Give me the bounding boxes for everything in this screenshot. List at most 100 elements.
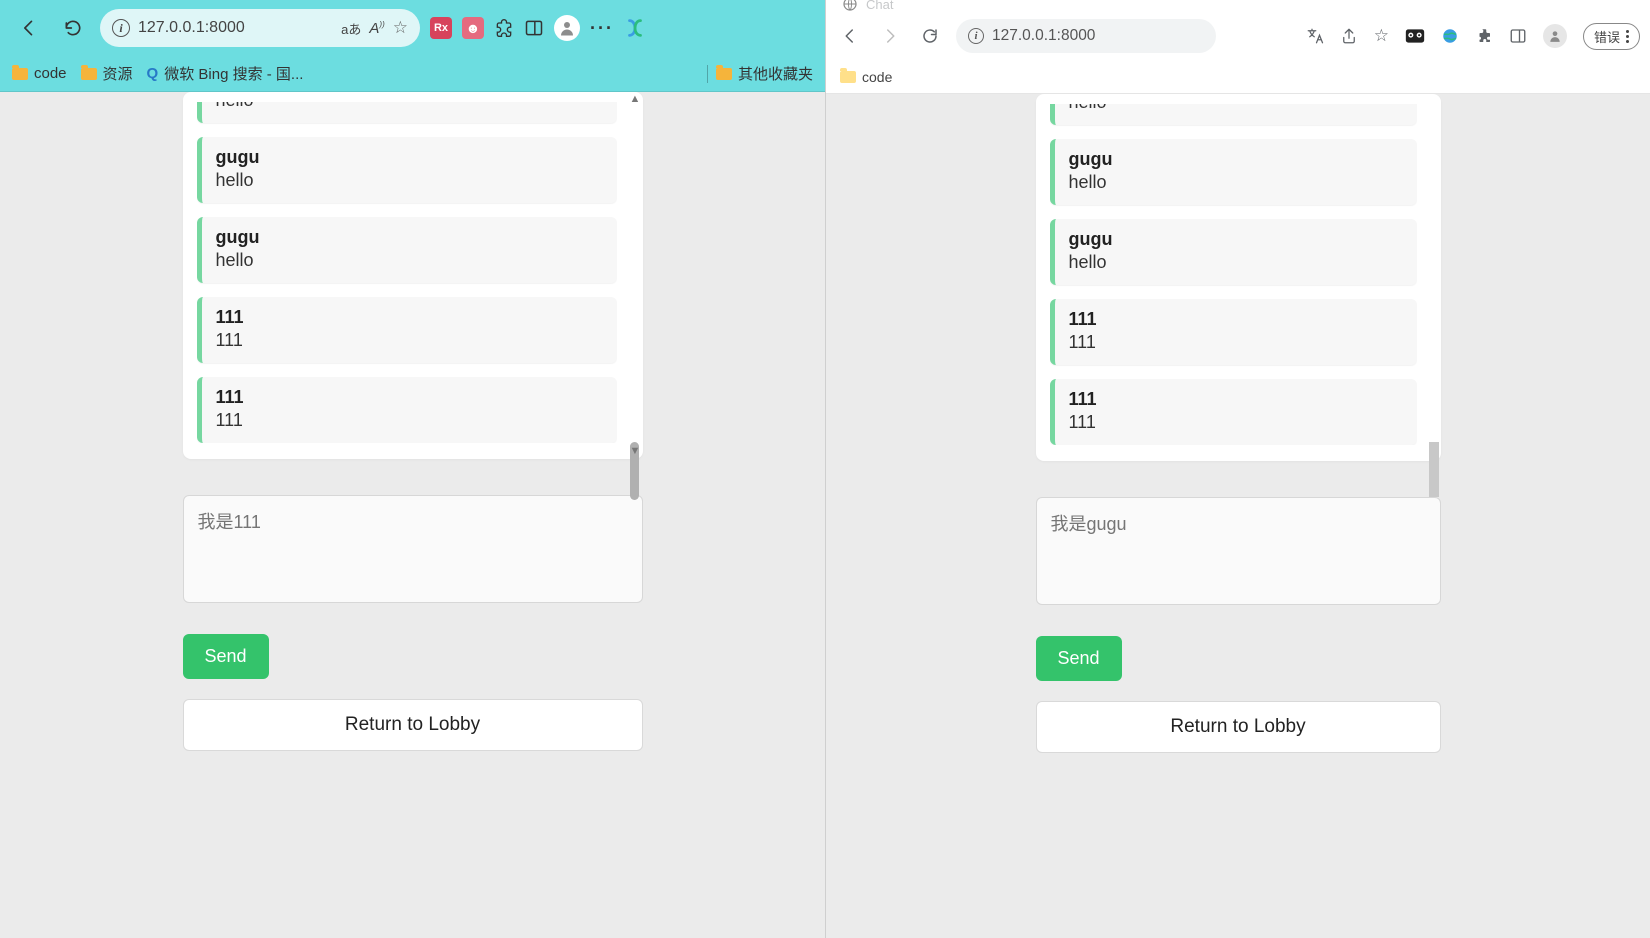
message-sender: 111	[1069, 309, 1403, 330]
message-body: 111	[1069, 412, 1403, 433]
read-aloud-icon[interactable]: A))	[369, 20, 384, 37]
bookmark-bing[interactable]: Q微软 Bing 搜索 - 国...	[147, 63, 304, 84]
back-button[interactable]	[836, 22, 864, 50]
chat-message: gugu hello	[197, 217, 617, 283]
message-body: hello	[216, 170, 603, 191]
chat-message: 111 111	[1050, 299, 1417, 365]
message-body: hello	[216, 250, 603, 271]
message-body: hello	[1069, 252, 1403, 273]
sidepanel-icon[interactable]	[524, 18, 544, 38]
favorite-star-icon[interactable]: ☆	[393, 18, 408, 38]
message-body: hello	[1069, 104, 1403, 113]
chat-message: 111 111	[197, 377, 617, 443]
extension-icon-1[interactable]: Rx	[430, 17, 452, 39]
message-sender: gugu	[1069, 229, 1403, 250]
refresh-button[interactable]	[56, 11, 90, 45]
edge-toolbar: i 127.0.0.1:8000 aあ A)) ☆ Rx ☻ ···	[0, 0, 825, 56]
chrome-bookmarks-bar: code	[826, 60, 1650, 94]
bookmark-code[interactable]: code	[840, 69, 892, 85]
chat-message: gugu hello	[1050, 219, 1417, 285]
folder-icon	[716, 68, 732, 80]
chat-scroll-area[interactable]: hello gugu hello gugu hello 111 111	[197, 102, 617, 443]
send-button[interactable]: Send	[183, 634, 269, 679]
chat-scroll-area[interactable]: hello gugu hello gugu hello 111 111	[1050, 104, 1417, 445]
error-label: 错误	[1594, 27, 1620, 46]
scroll-down-arrow-icon[interactable]: ▼	[630, 446, 639, 457]
folder-icon	[12, 68, 28, 80]
message-body: hello	[1069, 172, 1403, 193]
sidepanel-icon[interactable]	[1509, 27, 1527, 45]
message-sender: gugu	[216, 227, 603, 248]
chat-message: 111 111	[1050, 379, 1417, 445]
message-body: 111	[216, 330, 603, 351]
scroll-up-arrow-icon[interactable]: ▲	[630, 94, 639, 105]
chat-message: hello	[197, 102, 617, 123]
chat-message: hello	[1050, 104, 1417, 125]
site-info-icon[interactable]: i	[112, 19, 130, 37]
message-sender: 111	[216, 387, 603, 408]
error-pill[interactable]: 错误	[1583, 23, 1640, 50]
message-input[interactable]	[1036, 497, 1441, 605]
return-lobby-button[interactable]: Return to Lobby	[1036, 701, 1441, 753]
send-button[interactable]: Send	[1036, 636, 1122, 681]
message-body: 111	[216, 410, 603, 431]
profile-avatar-icon[interactable]	[1543, 24, 1567, 48]
search-icon: Q	[147, 65, 159, 82]
extensions-icon[interactable]	[494, 18, 514, 38]
extension-globe-icon[interactable]	[1441, 27, 1459, 45]
forward-button[interactable]	[876, 22, 904, 50]
bookmark-other[interactable]: 其他收藏夹	[716, 63, 813, 84]
menu-dots-icon	[1626, 30, 1629, 43]
chat-message: gugu hello	[197, 137, 617, 203]
chat-messages-panel: ▲ hello gugu hello gugu hello 111	[183, 92, 643, 459]
chat-message: 111 111	[197, 297, 617, 363]
extensions-puzzle-icon[interactable]	[1475, 27, 1493, 45]
message-sender: gugu	[216, 147, 603, 168]
message-body: 111	[1069, 332, 1403, 353]
menu-dots-icon[interactable]: ···	[590, 18, 614, 39]
edge-browser-window: i 127.0.0.1:8000 aあ A)) ☆ Rx ☻ ··· code …	[0, 0, 825, 938]
chat-message: gugu hello	[1050, 139, 1417, 205]
translate-icon[interactable]	[1306, 27, 1324, 45]
address-bar[interactable]: i 127.0.0.1:8000 aあ A)) ☆	[100, 9, 420, 47]
url-text: 127.0.0.1:8000	[138, 19, 245, 37]
share-icon[interactable]	[1340, 27, 1358, 45]
return-lobby-button[interactable]: Return to Lobby	[183, 699, 643, 751]
right-page-viewport: hello gugu hello gugu hello 111 111	[826, 94, 1650, 938]
chrome-toolbar-icons: ☆ 错误	[1306, 23, 1640, 50]
chat-app-left: ▲ hello gugu hello gugu hello 111	[183, 92, 643, 908]
compose-area: Send Return to Lobby	[1036, 497, 1441, 753]
refresh-button[interactable]	[916, 22, 944, 50]
url-text: 127.0.0.1:8000	[992, 27, 1095, 45]
message-sender: 111	[216, 307, 603, 328]
address-bar[interactable]: i 127.0.0.1:8000	[956, 19, 1216, 53]
message-sender: gugu	[1069, 149, 1403, 170]
message-body: hello	[216, 102, 603, 111]
translate-icon[interactable]: aあ	[341, 19, 361, 38]
chrome-browser-window: Chat i 127.0.0.1:8000 ☆	[825, 0, 1650, 938]
compose-area: Send Return to Lobby	[183, 495, 643, 751]
extension-panda-icon[interactable]	[1405, 28, 1425, 44]
message-sender: 111	[1069, 389, 1403, 410]
extension-icon-2[interactable]: ☻	[462, 17, 484, 39]
folder-icon	[840, 71, 856, 83]
chrome-toolbar: i 127.0.0.1:8000 ☆	[826, 12, 1650, 60]
divider	[707, 65, 708, 83]
bookmark-code[interactable]: code	[12, 65, 67, 82]
chat-messages-panel: hello gugu hello gugu hello 111 111	[1036, 94, 1441, 461]
edge-bookmarks-bar: code 资源 Q微软 Bing 搜索 - 国... 其他收藏夹	[0, 56, 825, 92]
chat-app-right: hello gugu hello gugu hello 111 111	[1036, 94, 1441, 908]
back-button[interactable]	[12, 11, 46, 45]
bookmark-resources[interactable]: 资源	[81, 63, 133, 84]
profile-avatar-icon[interactable]	[554, 15, 580, 41]
chrome-tab-strip: Chat	[826, 0, 1650, 12]
favorite-star-icon[interactable]: ☆	[1374, 26, 1389, 46]
scrollbar-thumb[interactable]	[1429, 442, 1439, 497]
site-info-icon[interactable]: i	[968, 28, 984, 44]
left-page-viewport: ▲ hello gugu hello gugu hello 111	[0, 92, 825, 938]
folder-icon	[81, 68, 97, 80]
tab-title[interactable]: Chat	[866, 0, 893, 12]
copilot-icon[interactable]	[624, 17, 646, 39]
message-input[interactable]	[183, 495, 643, 603]
tab-favicon-icon	[842, 0, 858, 12]
